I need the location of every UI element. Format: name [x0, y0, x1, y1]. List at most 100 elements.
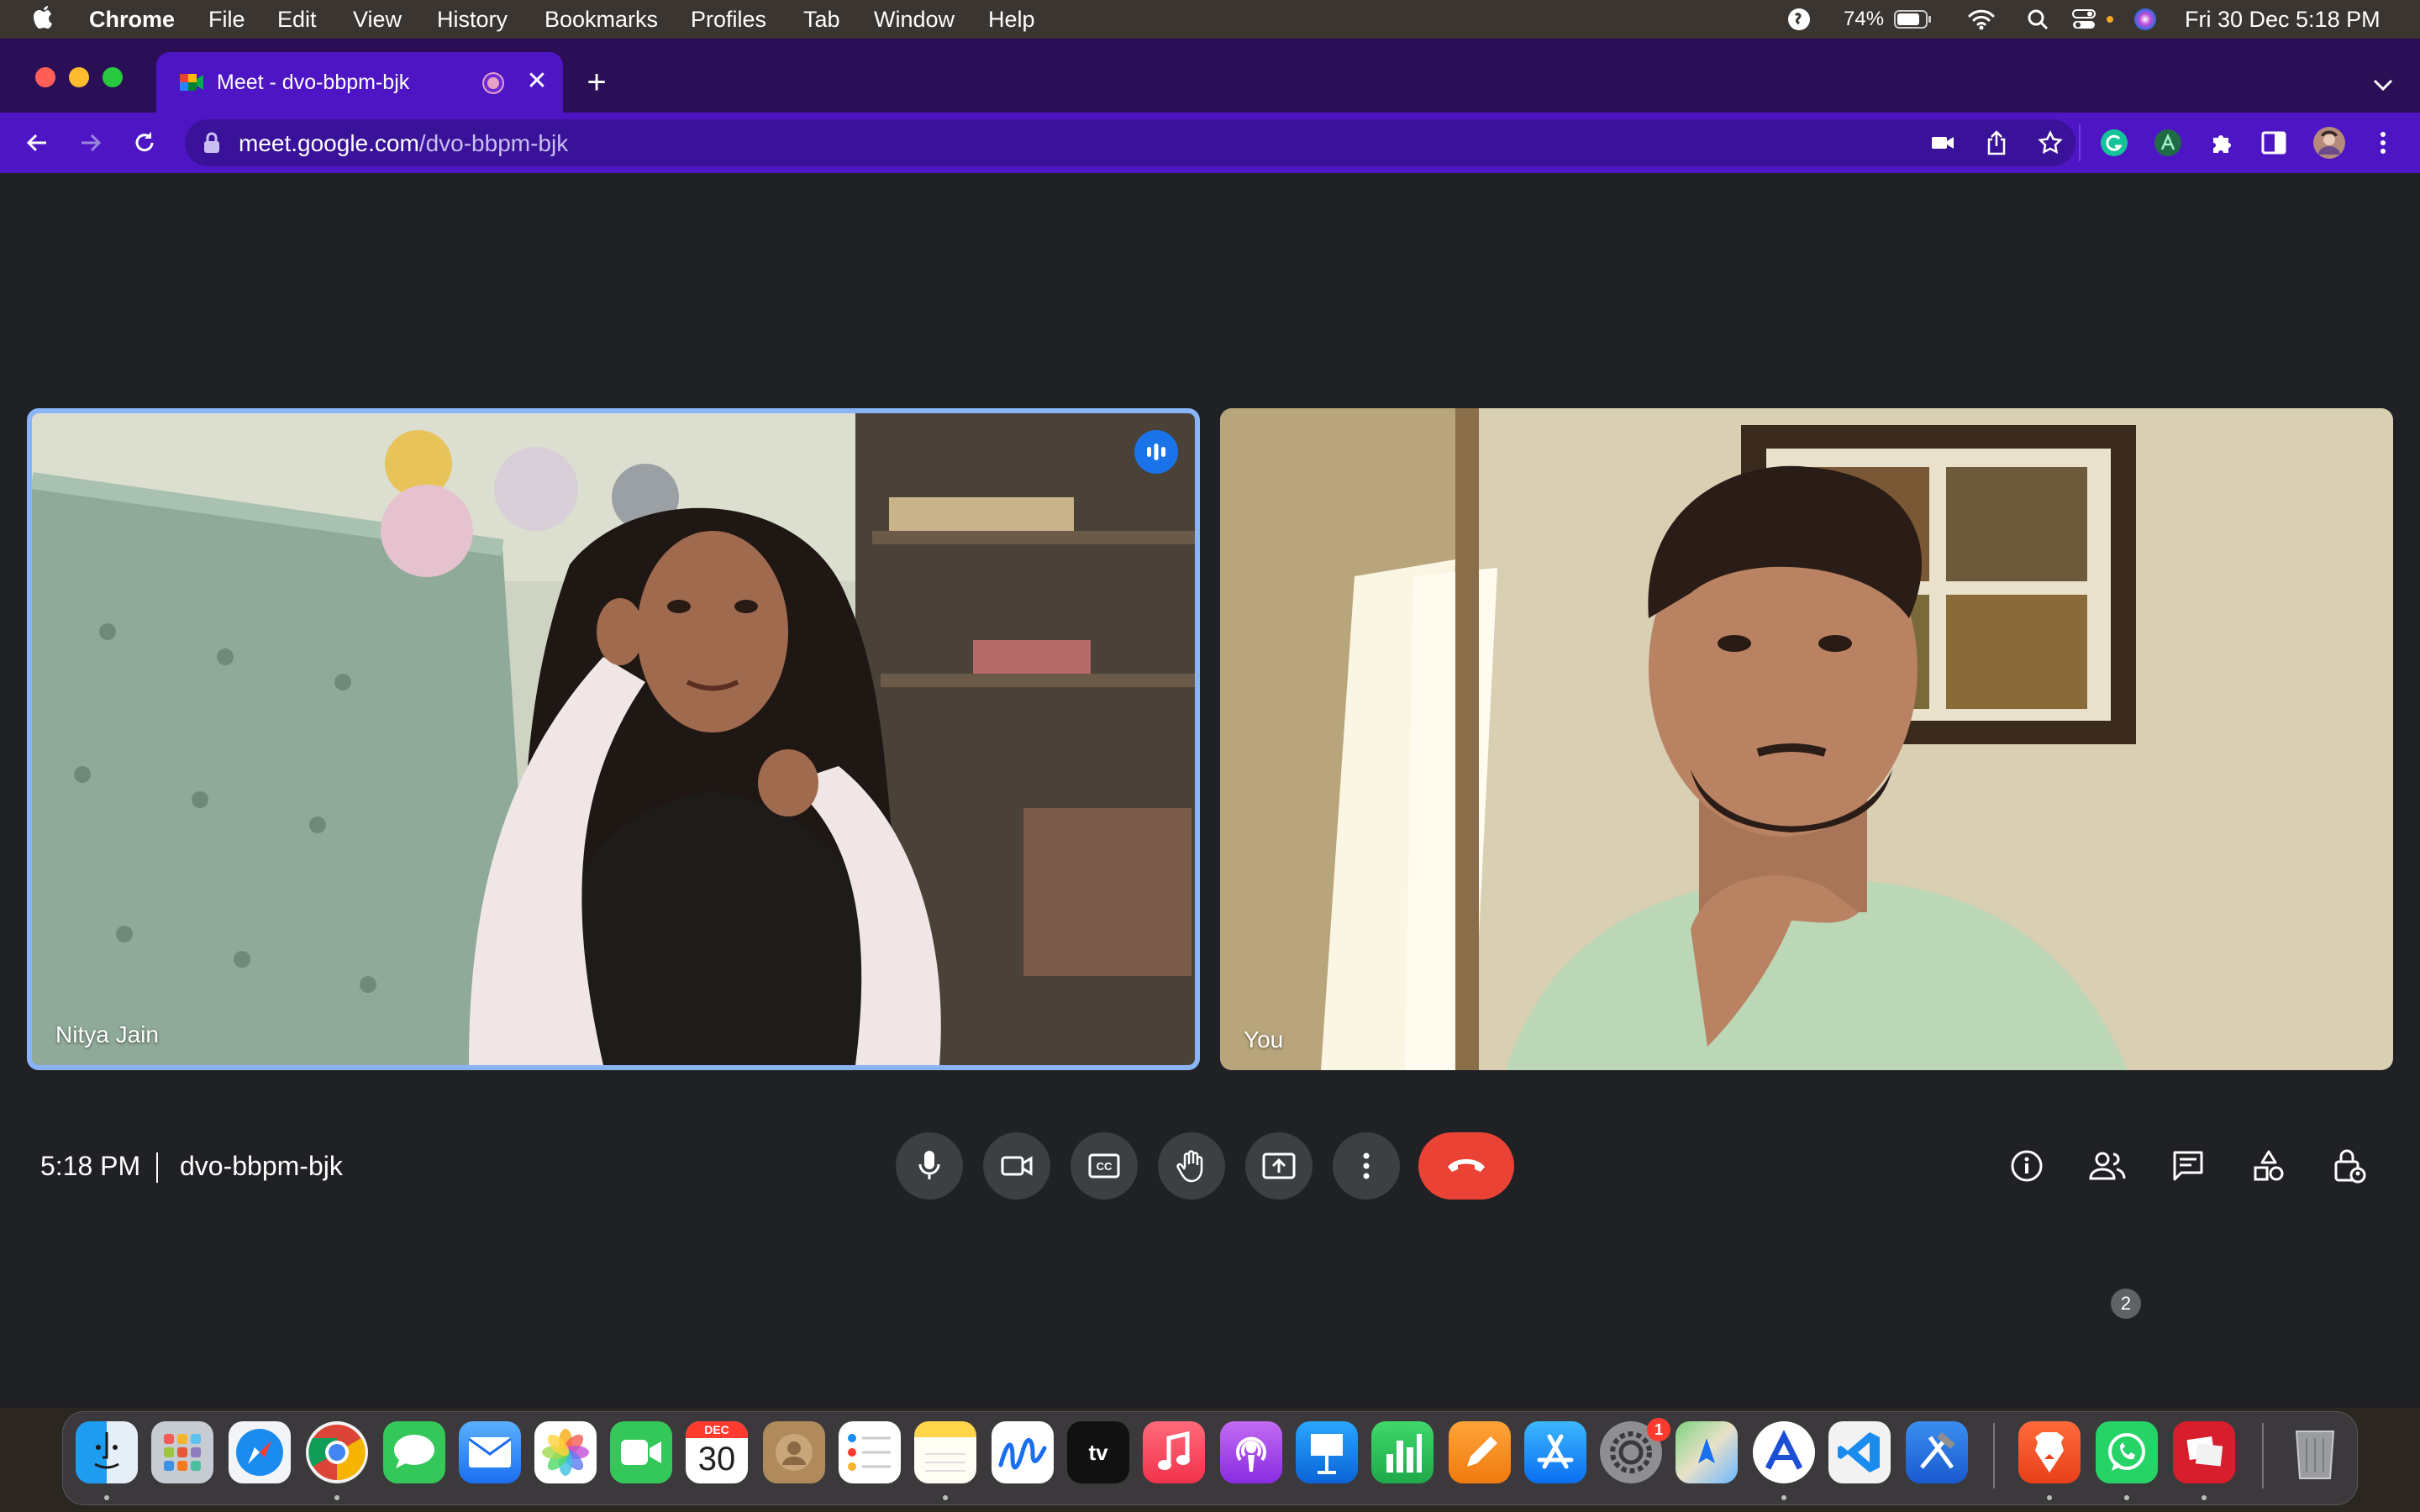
activities-button[interactable]	[2242, 1139, 2296, 1193]
grammarly-extension-icon[interactable]	[2097, 126, 2131, 160]
captions-button[interactable]: CC	[1071, 1132, 1138, 1200]
control-center-icon[interactable]	[2070, 7, 2099, 32]
brave-icon[interactable]	[2018, 1421, 2081, 1483]
chrome-icon[interactable]	[306, 1421, 368, 1483]
shazam-icon[interactable]	[1785, 7, 1813, 32]
messages-icon[interactable]	[383, 1421, 445, 1483]
microphone-icon	[918, 1151, 940, 1179]
chat-icon	[2173, 1151, 2203, 1181]
minimize-window-button[interactable]	[69, 67, 89, 87]
side-panel-icon[interactable]	[2257, 126, 2291, 160]
photo-booth-icon[interactable]	[2173, 1421, 2235, 1483]
menu-app-name[interactable]: Chrome	[89, 7, 175, 32]
keynote-icon[interactable]	[1296, 1421, 1358, 1483]
menu-file[interactable]: File	[208, 7, 245, 32]
photos-icon[interactable]	[534, 1421, 597, 1483]
notes-running-dot	[943, 1495, 948, 1500]
music-icon[interactable]	[1143, 1421, 1205, 1483]
whatsapp-icon[interactable]	[2096, 1421, 2158, 1483]
settings-notification-badge: 1	[1647, 1418, 1670, 1441]
launchpad-icon[interactable]	[151, 1421, 213, 1483]
extensions-puzzle-icon[interactable]	[2205, 126, 2238, 160]
present-screen-button[interactable]	[1245, 1132, 1313, 1200]
menu-profiles[interactable]: Profiles	[691, 7, 766, 32]
meeting-details-button[interactable]	[2000, 1139, 2054, 1193]
menu-help[interactable]: Help	[988, 7, 1035, 32]
participant-tile-self[interactable]: You	[1220, 408, 2393, 1070]
tab-meet[interactable]: Meet - dvo-bbpm-bjk ✕	[156, 52, 563, 113]
info-icon	[2011, 1150, 2043, 1182]
bookmark-star-icon[interactable]	[2033, 126, 2067, 160]
camera-in-use-icon[interactable]	[1926, 126, 1960, 160]
url-host: meet.google.com	[239, 130, 419, 156]
chat-button[interactable]	[2161, 1139, 2215, 1193]
app-store-icon[interactable]	[1524, 1421, 1586, 1483]
participant-name-self: You	[1244, 1026, 1284, 1053]
trash-icon[interactable]	[2284, 1421, 2346, 1483]
address-bar[interactable]: meet.google.com/dvo-bbpm-bjk	[185, 119, 2075, 166]
url-path: /dvo-bbpm-bjk	[418, 130, 569, 156]
url-text[interactable]: meet.google.com/dvo-bbpm-bjk	[239, 130, 568, 157]
finder-icon[interactable]	[76, 1421, 138, 1483]
numbers-icon[interactable]	[1371, 1421, 1434, 1483]
profile-avatar[interactable]	[2312, 126, 2346, 160]
participant-name: Nitya Jain	[55, 1021, 159, 1047]
new-tab-button[interactable]: +	[580, 66, 613, 101]
instruments-icon[interactable]	[1753, 1421, 1815, 1483]
pages-icon[interactable]	[1449, 1421, 1511, 1483]
close-window-button[interactable]	[35, 67, 55, 87]
meet-stage: Nitya Jain You	[0, 173, 2420, 1408]
raise-hand-icon	[1176, 1150, 1203, 1183]
browser-menu-icon[interactable]	[2366, 126, 2400, 160]
vscode-icon[interactable]	[1828, 1421, 1891, 1483]
host-controls-button[interactable]	[2323, 1139, 2376, 1193]
menu-view[interactable]: View	[353, 7, 402, 32]
facetime-icon[interactable]	[610, 1421, 672, 1483]
forward-arrow-icon[interactable]	[74, 126, 108, 160]
menubar-clock[interactable]: Fri 30 Dec 5:18 PM	[2185, 7, 2381, 33]
meeting-code[interactable]: dvo-bbpm-bjk	[180, 1151, 343, 1182]
leave-call-button[interactable]	[1418, 1132, 1514, 1200]
chrome-running-dot	[334, 1495, 339, 1500]
microphone-button[interactable]	[896, 1132, 963, 1200]
safari-icon[interactable]	[229, 1421, 291, 1483]
people-count-badge: 2	[2111, 1289, 2141, 1319]
spotlight-search-icon[interactable]	[2025, 7, 2050, 32]
more-options-button[interactable]	[1333, 1132, 1400, 1200]
back-arrow-icon[interactable]	[20, 126, 54, 160]
lock-icon[interactable]	[203, 132, 220, 154]
siri-icon[interactable]	[2131, 7, 2160, 32]
reload-icon[interactable]	[128, 126, 161, 160]
battery-icon[interactable]	[1892, 7, 1934, 32]
apple-tv-icon[interactable]: tv	[1067, 1421, 1129, 1483]
zoom-window-button[interactable]	[103, 67, 123, 87]
camera-button[interactable]	[983, 1132, 1050, 1200]
maps-icon[interactable]	[1676, 1421, 1738, 1483]
tab-recording-icon	[484, 74, 502, 92]
people-button[interactable]	[2081, 1139, 2134, 1193]
mail-icon[interactable]	[459, 1421, 521, 1483]
menu-bookmarks[interactable]: Bookmarks	[544, 7, 658, 32]
menu-window[interactable]: Window	[874, 7, 955, 32]
contacts-icon[interactable]	[763, 1421, 825, 1483]
chevron-down-icon[interactable]	[2368, 71, 2398, 97]
menu-tab[interactable]: Tab	[803, 7, 840, 32]
xcode-icon[interactable]	[1906, 1421, 1968, 1483]
podcasts-icon[interactable]	[1220, 1421, 1282, 1483]
menu-bar: Chrome File Edit View History Bookmarks …	[0, 0, 2420, 39]
wifi-icon[interactable]	[1966, 7, 1996, 32]
raise-hand-button[interactable]	[1158, 1132, 1225, 1200]
notes-icon[interactable]	[914, 1421, 976, 1483]
reminders-icon[interactable]	[839, 1421, 901, 1483]
tab-close-icon[interactable]: ✕	[524, 69, 550, 94]
meeting-time: 5:18 PM	[40, 1151, 141, 1181]
freeform-icon[interactable]	[992, 1421, 1054, 1483]
share-icon[interactable]	[1980, 126, 2013, 160]
calendar-icon[interactable]: DEC 30	[686, 1421, 748, 1483]
apple-menu-icon[interactable]	[29, 3, 57, 35]
menu-history[interactable]: History	[437, 7, 508, 32]
menu-edit[interactable]: Edit	[277, 7, 317, 32]
participant-tile-nitya[interactable]: Nitya Jain	[27, 408, 1200, 1070]
self-video	[1220, 408, 2393, 1070]
extension-a-icon[interactable]	[2151, 126, 2185, 160]
